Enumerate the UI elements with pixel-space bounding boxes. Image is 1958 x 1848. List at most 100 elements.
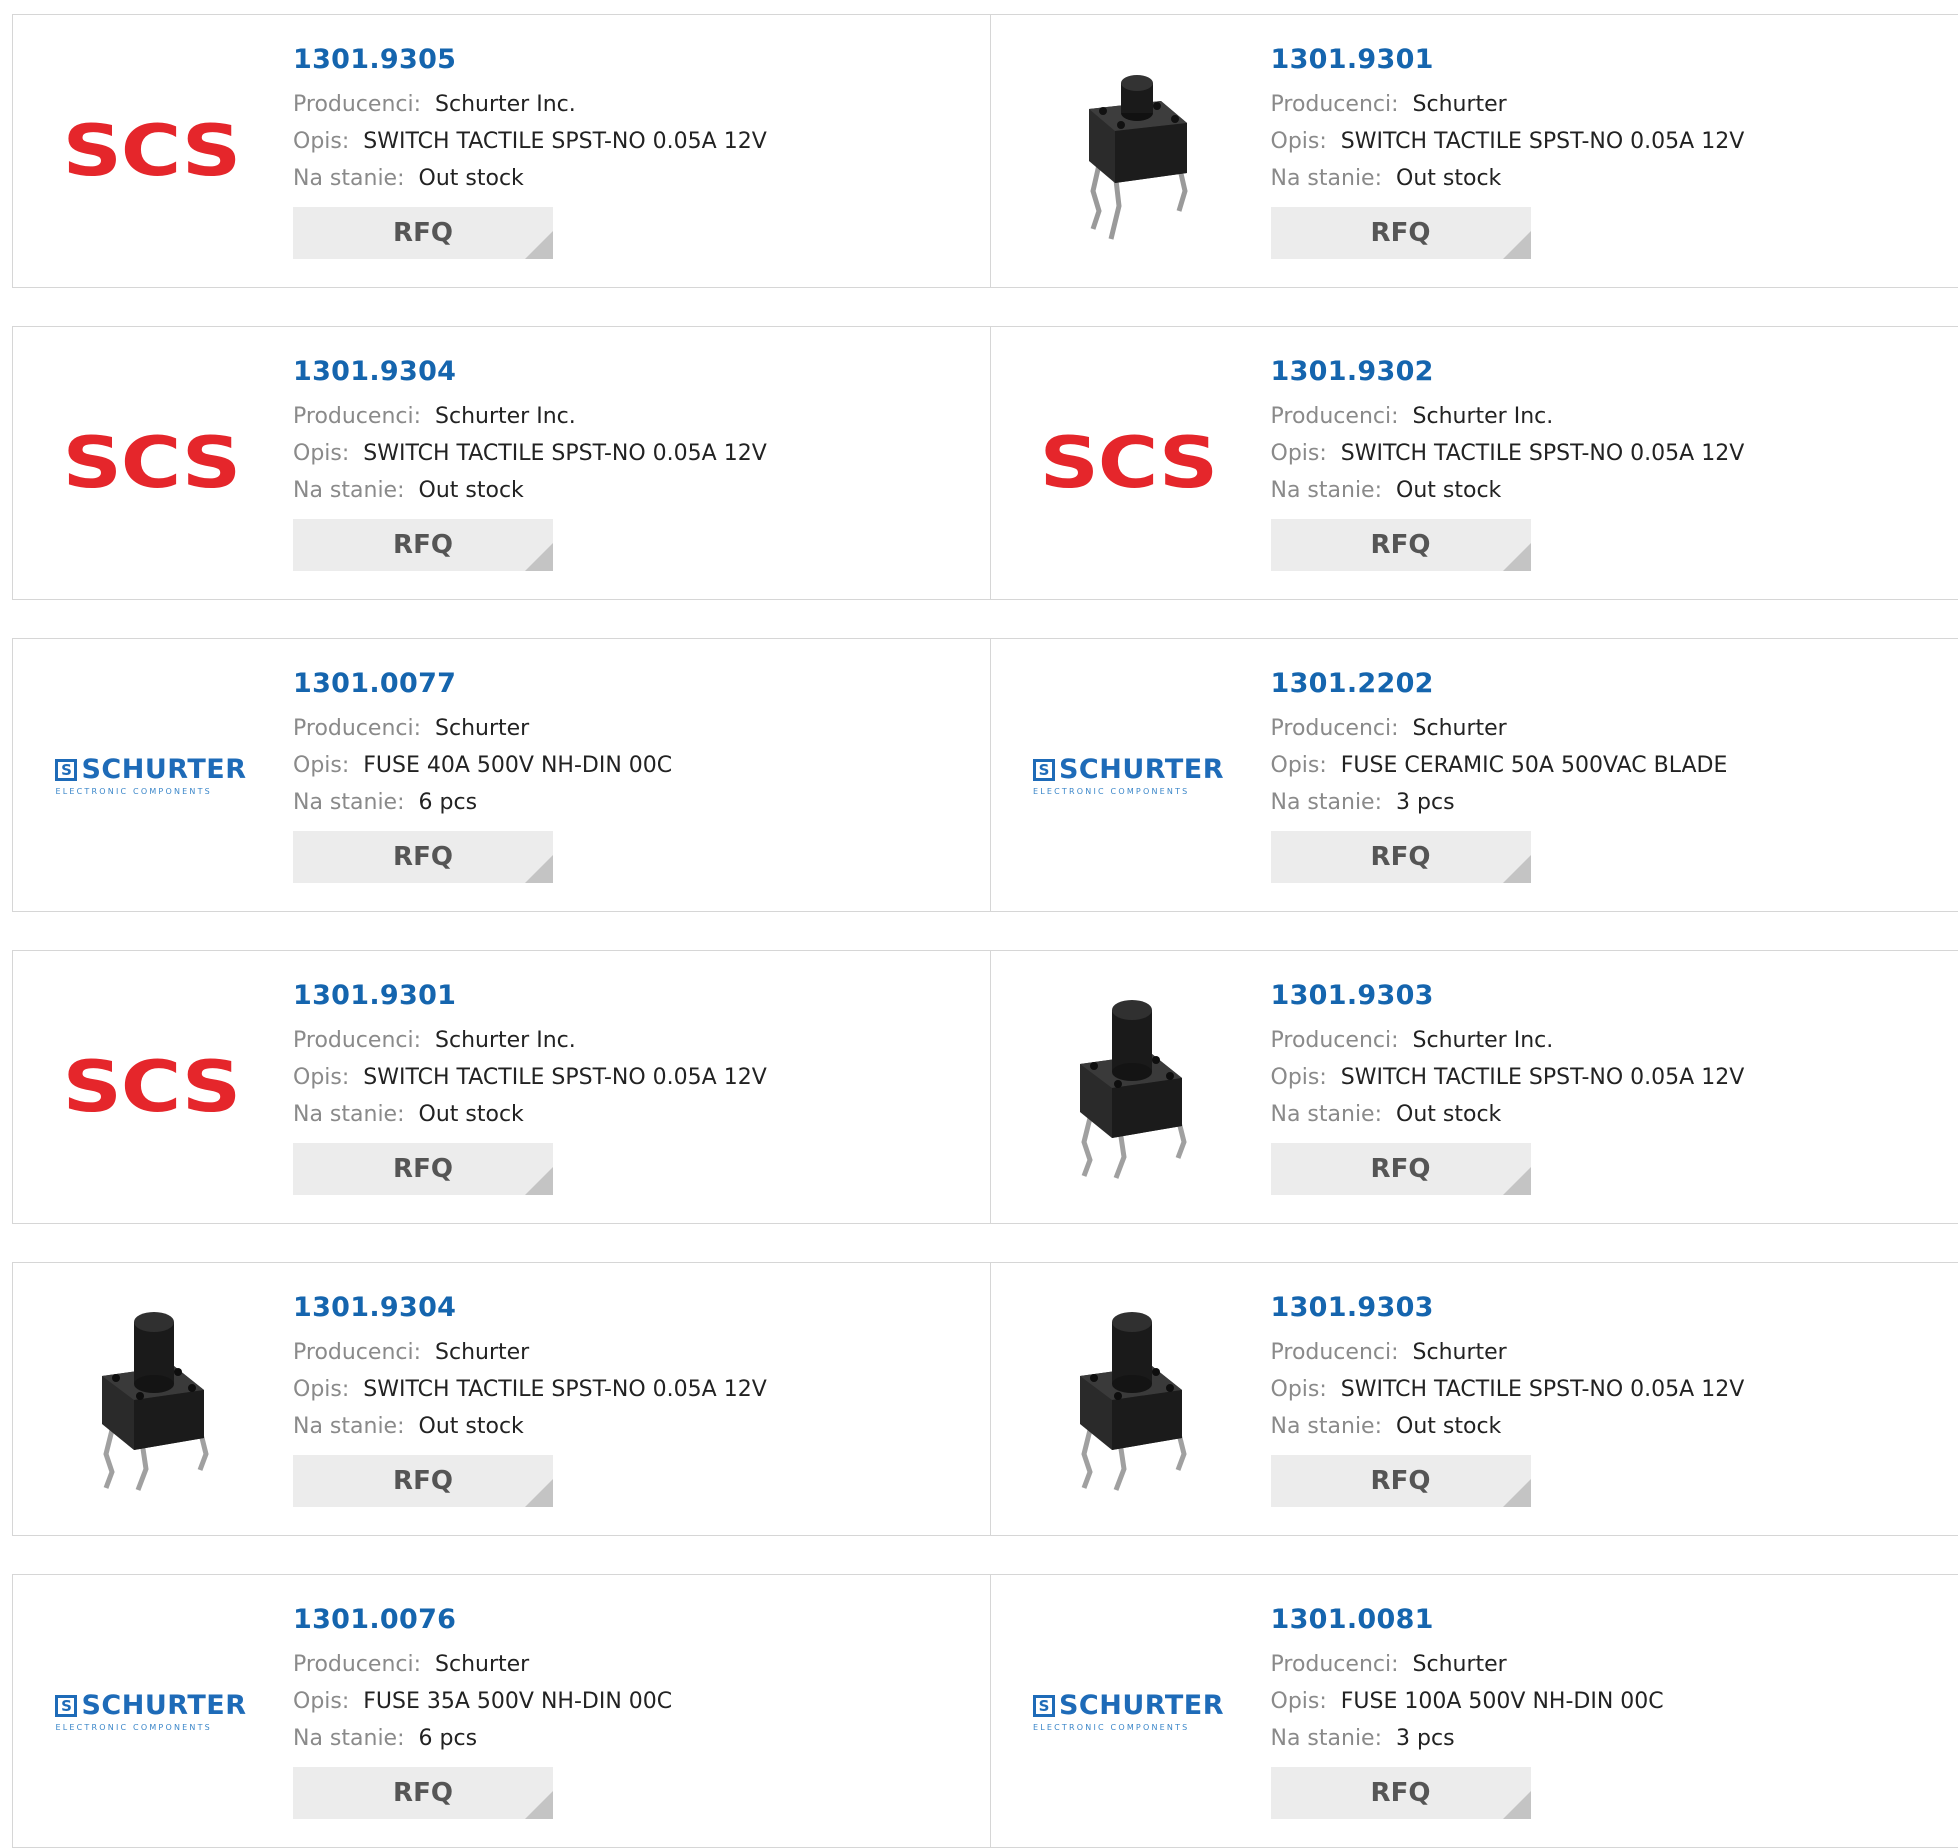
product-image[interactable]: SCS (51, 987, 251, 1187)
product-image[interactable] (1029, 1299, 1229, 1499)
product-image[interactable]: S SCHURTER ELECTRONIC COMPONENTS (1029, 1611, 1229, 1811)
part-number-link[interactable]: 1301.9304 (293, 1291, 767, 1325)
corner-triangle-icon (525, 1167, 553, 1195)
manufacturer-value: Schurter (435, 1340, 529, 1365)
schurter-logo: S SCHURTER ELECTRONIC COMPONENTS (55, 755, 246, 796)
corner-triangle-icon (525, 543, 553, 571)
part-number-link[interactable]: 1301.9303 (1271, 1291, 1745, 1325)
rfq-button[interactable]: RFQ (1271, 519, 1531, 571)
description-row: Opis:FUSE 35A 500V NH-DIN 00C (293, 1683, 672, 1720)
part-number-link[interactable]: 1301.9301 (293, 979, 767, 1013)
manufacturer-value: Schurter (435, 716, 529, 741)
rfq-button[interactable]: RFQ (1271, 1455, 1531, 1507)
description-value: FUSE CERAMIC 50A 500VAC BLADE (1341, 753, 1728, 778)
stock-value: 6 pcs (419, 790, 478, 815)
stock-value: Out stock (1396, 1414, 1501, 1439)
stock-label: Na stanie: (1271, 166, 1383, 191)
schurter-logo: S SCHURTER ELECTRONIC COMPONENTS (1033, 1691, 1224, 1732)
stock-label: Na stanie: (293, 790, 405, 815)
part-number-link[interactable]: 1301.9301 (1271, 43, 1745, 77)
product-card: SCS 1301.9305 Producenci:Schurter Inc. O… (13, 15, 991, 287)
part-number-link[interactable]: 1301.0081 (1271, 1603, 1664, 1637)
product-image[interactable]: SCS (51, 51, 251, 251)
rfq-button[interactable]: RFQ (293, 1455, 553, 1507)
manufacturer-row: Producenci:Schurter (1271, 1646, 1664, 1683)
stock-label: Na stanie: (1271, 1414, 1383, 1439)
schurter-tagline: ELECTRONIC COMPONENTS (55, 1723, 211, 1732)
corner-triangle-icon (1503, 855, 1531, 883)
product-card: S SCHURTER ELECTRONIC COMPONENTS 1301.00… (13, 1575, 991, 1847)
product-card: SCS 1301.9302 Producenci:Schurter Inc. O… (991, 327, 1958, 599)
part-number-link[interactable]: 1301.2202 (1271, 667, 1728, 701)
product-image[interactable]: SCS (1029, 363, 1229, 563)
part-number-link[interactable]: 1301.9305 (293, 43, 767, 77)
manufacturer-row: Producenci:Schurter (1271, 86, 1745, 123)
description-label: Opis: (1271, 1065, 1327, 1090)
manufacturer-label: Producenci: (293, 1652, 421, 1677)
stock-row: Na stanie:Out stock (293, 472, 767, 509)
manufacturer-value: Schurter Inc. (1413, 404, 1554, 429)
stock-value: Out stock (1396, 1102, 1501, 1127)
manufacturer-label: Producenci: (1271, 1340, 1399, 1365)
product-info: 1301.0081 Producenci:Schurter Opis:FUSE … (1271, 1603, 1664, 1819)
description-value: SWITCH TACTILE SPST-NO 0.05A 12V (1341, 1065, 1744, 1090)
schurter-mark-icon: S (55, 1695, 77, 1717)
rfq-button[interactable]: RFQ (293, 831, 553, 883)
product-image[interactable]: S SCHURTER ELECTRONIC COMPONENTS (1029, 675, 1229, 875)
rfq-button[interactable]: RFQ (1271, 1143, 1531, 1195)
rfq-button[interactable]: RFQ (293, 1143, 553, 1195)
tactile-switch-icon (1049, 61, 1209, 241)
rfq-button[interactable]: RFQ (1271, 207, 1531, 259)
stock-label: Na stanie: (293, 166, 405, 191)
stock-row: Na stanie: 6 pcs (293, 1720, 672, 1757)
manufacturer-label: Producenci: (1271, 716, 1399, 741)
product-image[interactable]: S SCHURTER ELECTRONIC COMPONENTS (51, 1611, 251, 1811)
rfq-button[interactable]: RFQ (1271, 831, 1531, 883)
scs-logo: SCS (62, 422, 240, 504)
corner-triangle-icon (525, 855, 553, 883)
product-image[interactable]: S SCHURTER ELECTRONIC COMPONENTS (51, 675, 251, 875)
description-label: Opis: (1271, 1377, 1327, 1402)
corner-triangle-icon (1503, 231, 1531, 259)
corner-triangle-icon (1503, 1791, 1531, 1819)
part-number-link[interactable]: 1301.9304 (293, 355, 767, 389)
manufacturer-label: Producenci: (293, 92, 421, 117)
product-card: SCS 1301.9301 Producenci:Schurter Inc. O… (13, 951, 991, 1223)
manufacturer-value: Schurter Inc. (435, 404, 576, 429)
rfq-button[interactable]: RFQ (293, 207, 553, 259)
rfq-button[interactable]: RFQ (1271, 1767, 1531, 1819)
manufacturer-value: Schurter Inc. (435, 92, 576, 117)
product-row: S SCHURTER ELECTRONIC COMPONENTS 1301.00… (12, 1574, 1958, 1848)
part-number-link[interactable]: 1301.9302 (1271, 355, 1745, 389)
product-image[interactable] (51, 1299, 251, 1499)
part-number-link[interactable]: 1301.0077 (293, 667, 672, 701)
stock-row: Na stanie: Out stock (1271, 1408, 1745, 1445)
product-info: 1301.0077 Producenci:Schurter Opis:FUSE … (293, 667, 672, 883)
description-label: Opis: (1271, 441, 1327, 466)
part-number-link[interactable]: 1301.0076 (293, 1603, 672, 1637)
manufacturer-label: Producenci: (1271, 1652, 1399, 1677)
stock-value: Out stock (419, 1102, 524, 1127)
tactile-switch-icon (66, 1304, 236, 1494)
rfq-label: RFQ (1371, 1154, 1431, 1184)
rfq-label: RFQ (393, 218, 453, 248)
product-image[interactable] (1029, 987, 1229, 1187)
stock-label: Na stanie: (1271, 478, 1383, 503)
schurter-tagline: ELECTRONIC COMPONENTS (1033, 787, 1189, 796)
rfq-button[interactable]: RFQ (293, 1767, 553, 1819)
product-image[interactable]: SCS (51, 363, 251, 563)
corner-triangle-icon (1503, 543, 1531, 571)
rfq-button[interactable]: RFQ (293, 519, 553, 571)
corner-triangle-icon (525, 1479, 553, 1507)
description-value: SWITCH TACTILE SPST-NO 0.05A 12V (1341, 129, 1744, 154)
stock-value: 6 pcs (419, 1726, 478, 1751)
stock-row: Na stanie:Out stock (293, 1096, 767, 1133)
part-number-link[interactable]: 1301.9303 (1271, 979, 1745, 1013)
stock-row: Na stanie:3 pcs (1271, 784, 1728, 821)
manufacturer-row: Producenci:Schurter (293, 710, 672, 747)
manufacturer-row: Producenci: Schurter Inc. (293, 86, 767, 123)
product-info: 1301.9301 Producenci:Schurter Inc. Opis:… (293, 979, 767, 1195)
product-image[interactable] (1029, 51, 1229, 251)
corner-triangle-icon (525, 1791, 553, 1819)
stock-label: Na stanie: (293, 1726, 405, 1751)
